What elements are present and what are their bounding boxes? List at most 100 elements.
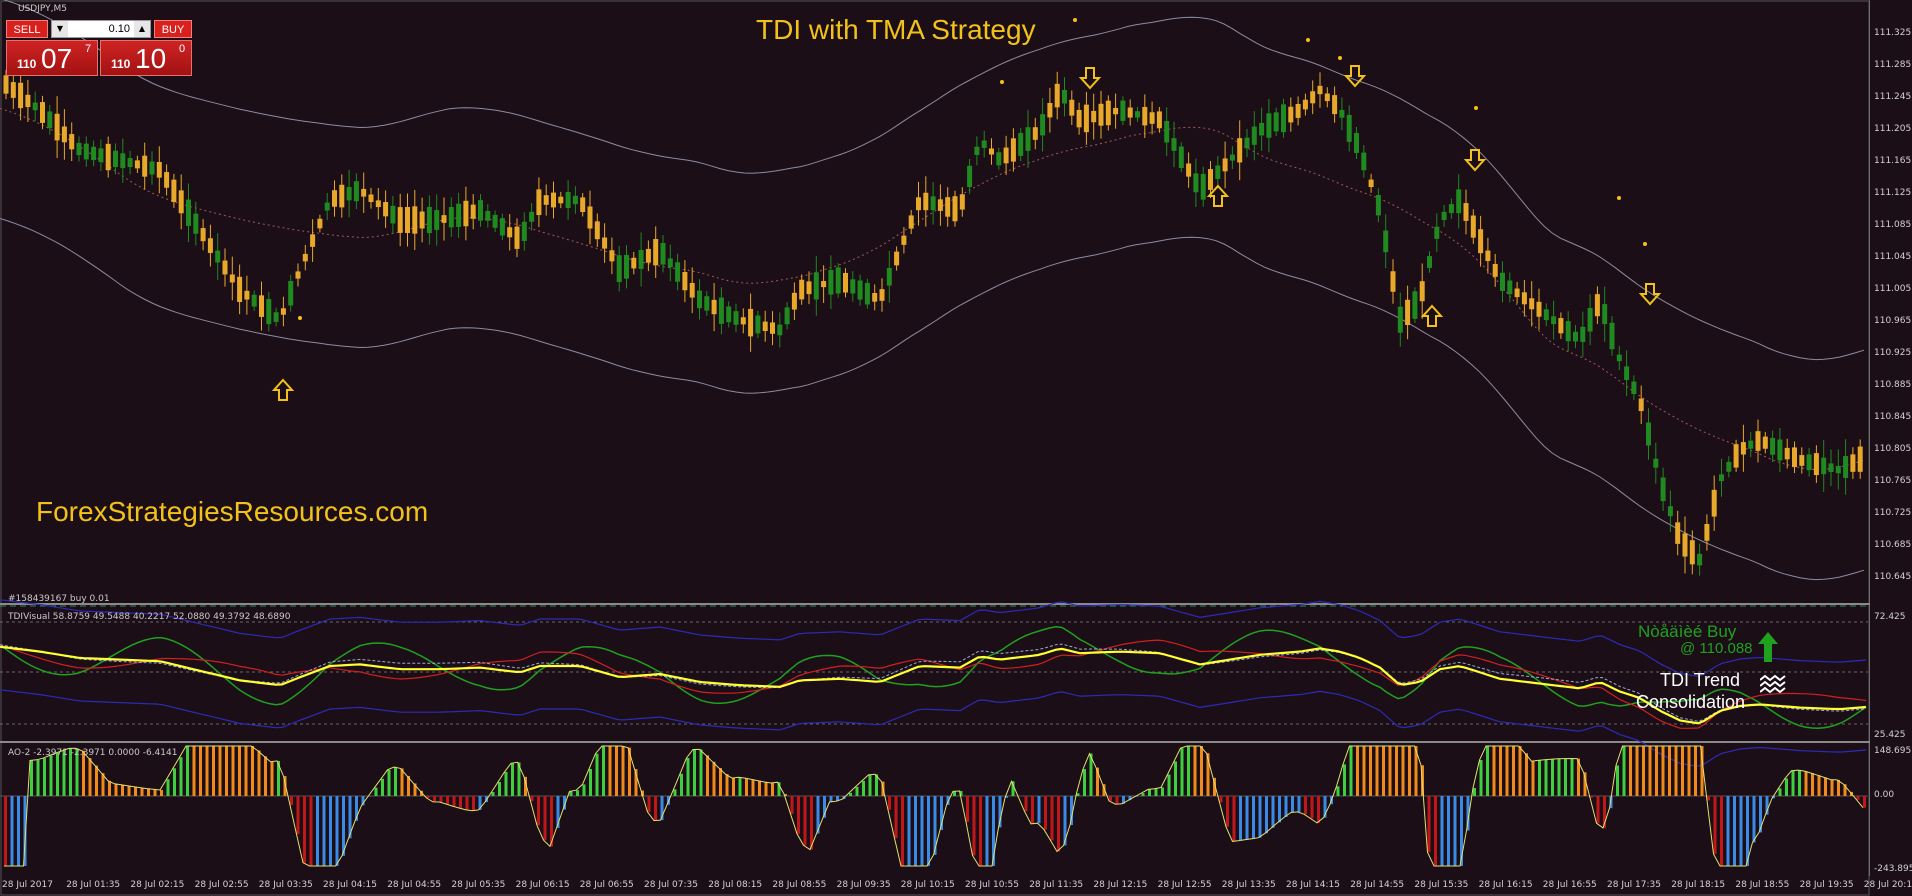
- candle-body: [229, 274, 235, 283]
- candle-body: [390, 205, 396, 224]
- lot-decrease-icon[interactable]: ▼: [52, 21, 68, 37]
- ao-histogram-bar: [329, 796, 332, 866]
- candle-body: [419, 211, 425, 229]
- candle-body: [770, 322, 775, 334]
- ao-histogram-bar: [1427, 796, 1431, 853]
- candle-body: [1434, 226, 1440, 239]
- candle-body: [324, 202, 330, 211]
- ao-histogram-bar: [1674, 746, 1678, 796]
- candle-body: [120, 153, 126, 169]
- ao-histogram-bar: [1492, 746, 1496, 796]
- candle-body: [1850, 454, 1856, 472]
- candle-body: [25, 94, 31, 108]
- candle-body: [478, 200, 483, 221]
- candle-body: [587, 206, 593, 229]
- ao-histogram-bar: [491, 792, 495, 796]
- chart-area[interactable]: [0, 0, 1870, 896]
- candle-body: [857, 280, 863, 300]
- candle-body: [105, 143, 111, 171]
- candle-body: [843, 272, 848, 293]
- candle-body: [1113, 107, 1119, 115]
- candle-body: [405, 207, 410, 233]
- candle-body: [923, 192, 929, 211]
- candle-body: [1025, 127, 1031, 151]
- candle-body: [1156, 111, 1162, 129]
- lot-size-input[interactable]: ▼ 0.10 ▲: [51, 20, 151, 38]
- time-tick-label: 28 Jul 14:55: [1350, 880, 1405, 890]
- lot-size-value[interactable]: 0.10: [70, 21, 132, 37]
- buy-button[interactable]: BUY: [154, 20, 192, 38]
- ao-histogram-bar: [543, 796, 547, 841]
- ao-histogram-bar: [849, 792, 852, 796]
- ao-histogram-bar: [745, 778, 748, 796]
- ao-histogram-bar: [459, 796, 462, 808]
- candle-body: [1609, 322, 1615, 350]
- candle-body: [850, 279, 856, 294]
- candle-body: [777, 324, 783, 336]
- ao-histogram-bar: [1707, 796, 1710, 801]
- candle-body: [1792, 447, 1797, 468]
- price-chart[interactable]: [0, 0, 1870, 896]
- ao-histogram-bar: [1648, 746, 1652, 796]
- candle-body: [83, 143, 89, 160]
- ao-histogram-bar: [1388, 746, 1392, 796]
- ao-histogram-bar: [1304, 796, 1307, 815]
- ao-histogram-bar: [1733, 796, 1736, 866]
- candle-body: [1529, 298, 1535, 310]
- ao-histogram-bar: [270, 761, 274, 796]
- candle-body: [1631, 381, 1637, 395]
- candle-body: [470, 204, 476, 219]
- ao-histogram-bar: [771, 783, 774, 796]
- ao-histogram-bar: [537, 796, 540, 826]
- candle-body: [580, 197, 586, 213]
- candle-body: [959, 194, 965, 210]
- sell-price-box[interactable]: 110 07 7: [6, 40, 98, 76]
- time-tick-label: 28 Jul 10:55: [965, 880, 1019, 890]
- candle-body: [1463, 203, 1469, 221]
- candle-body: [1587, 308, 1593, 332]
- candle-body: [1054, 83, 1060, 108]
- ao-histogram-bar: [166, 779, 170, 796]
- candle-body: [645, 248, 651, 263]
- candle-body: [259, 295, 264, 317]
- candle-body: [1324, 93, 1330, 102]
- order-label: #158439167 buy 0.01: [8, 594, 110, 604]
- ao-histogram-bar: [966, 796, 969, 822]
- candle-body: [1310, 91, 1316, 104]
- chart-title: TDI with TMA Strategy: [756, 14, 1036, 45]
- time-tick-label: 28 Jul 06:15: [515, 880, 570, 890]
- ao-histogram-bar: [17, 796, 20, 866]
- candle-body: [930, 196, 936, 211]
- time-tick-label: 28 Jul 13:35: [1221, 880, 1276, 890]
- ao-histogram-bar: [673, 789, 677, 796]
- ao-histogram-bar: [1785, 778, 1788, 796]
- candle-body: [1857, 446, 1863, 472]
- candle-body: [945, 197, 951, 217]
- candle-body: [1697, 553, 1703, 566]
- candle-body: [1266, 113, 1272, 138]
- ao-histogram-bar: [972, 796, 976, 856]
- ao-histogram-bar: [36, 759, 40, 796]
- buy-price-box[interactable]: 110 10 0: [100, 40, 192, 76]
- price-tick-label: 110.925: [1874, 348, 1912, 358]
- candle-body: [952, 196, 958, 222]
- lot-increase-icon[interactable]: ▲: [134, 21, 150, 37]
- candle-body: [69, 134, 75, 150]
- candle-body: [886, 267, 892, 286]
- ao-histogram-bar: [205, 746, 209, 796]
- ao-histogram-bar: [706, 755, 709, 796]
- time-tick-label: 28 Jul 08:15: [708, 880, 763, 890]
- candle-body: [1762, 436, 1768, 449]
- candle-body: [536, 189, 542, 216]
- ao-histogram-bar: [1187, 746, 1190, 796]
- candle-body: [1602, 304, 1608, 325]
- candle-body: [806, 281, 812, 295]
- ao-histogram-bar: [712, 761, 716, 796]
- ao-histogram-bar: [1538, 760, 1541, 796]
- sell-signal-arrow-icon: [1343, 65, 1367, 88]
- ao-histogram-bar: [1447, 796, 1450, 866]
- sell-button[interactable]: SELL: [6, 20, 48, 38]
- ao-histogram-bar: [1453, 796, 1457, 866]
- signal-dot: [298, 316, 302, 320]
- candle-body: [1127, 107, 1133, 118]
